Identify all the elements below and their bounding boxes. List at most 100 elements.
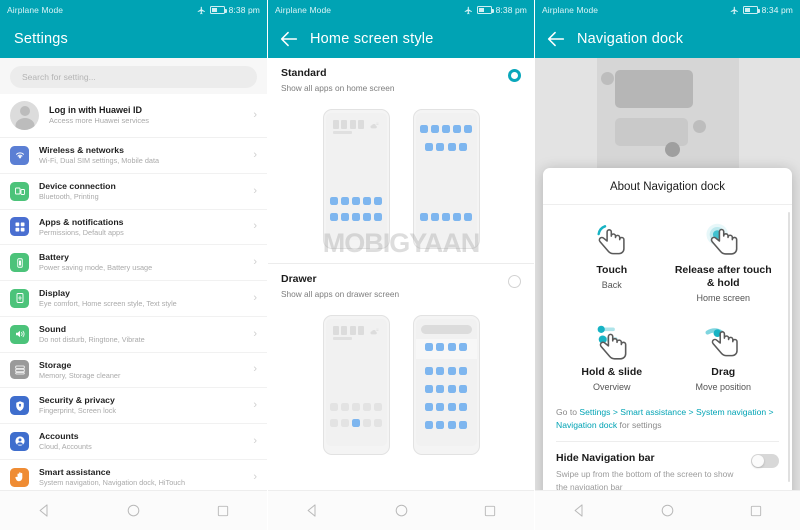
nav-back-icon[interactable] bbox=[305, 503, 320, 518]
chevron-right-icon: › bbox=[253, 291, 257, 304]
battery-icon bbox=[742, 6, 760, 14]
wifi-icon bbox=[10, 145, 29, 165]
watermark: MOBIGYAAN bbox=[322, 227, 481, 258]
status-bar: Airplane Mode 8:38 pm bbox=[0, 0, 267, 20]
airplane-mode-label: Airplane Mode bbox=[275, 5, 332, 15]
navigation-dock-app-bar: Navigation dock bbox=[535, 20, 800, 58]
nav-recents-icon[interactable] bbox=[216, 504, 230, 518]
nav-recents-icon[interactable] bbox=[483, 504, 497, 518]
settings-row-subtitle: Permissions, Default apps bbox=[39, 227, 124, 237]
storage-icon bbox=[10, 360, 29, 380]
settings-row-sound[interactable]: Sound Do not disturb, Ringtone, Vibrate › bbox=[0, 317, 267, 353]
option-standard-subtitle: Show all apps on home screen bbox=[281, 82, 395, 93]
chevron-right-icon: › bbox=[253, 434, 257, 447]
hint-link[interactable]: Settings > Smart assistance > System nav… bbox=[556, 407, 774, 430]
settings-body: Search for setting... Log in with Huawei… bbox=[0, 58, 267, 530]
settings-row-display[interactable]: Display Eye comfort, Home screen style, T… bbox=[0, 281, 267, 317]
settings-row-accounts[interactable]: Accounts Cloud, Accounts › bbox=[0, 424, 267, 460]
option-drawer-subtitle: Show all apps on drawer screen bbox=[281, 288, 400, 299]
drawer-preview bbox=[268, 307, 534, 496]
nav-home-icon[interactable] bbox=[394, 503, 409, 518]
chevron-right-icon: › bbox=[253, 184, 257, 197]
clock: 8:38 pm bbox=[495, 5, 527, 15]
option-standard[interactable]: Standard Show all apps on home screen bbox=[268, 58, 534, 102]
widget-bar bbox=[332, 131, 352, 135]
chevron-right-icon: › bbox=[253, 256, 257, 269]
status-bar: Airplane Mode 8:34 pm bbox=[535, 0, 800, 20]
shield-icon bbox=[10, 396, 29, 416]
settings-row-title: Smart assistance bbox=[39, 466, 111, 477]
settings-row-title: Accounts bbox=[39, 431, 79, 441]
preview-phone-drawer-home bbox=[322, 315, 390, 456]
apps-grid-icon bbox=[10, 217, 29, 237]
navigation-dock-body: About Navigation dock Touch Back Release… bbox=[535, 58, 800, 530]
chevron-right-icon: › bbox=[253, 399, 257, 412]
search-placeholder: Search for setting... bbox=[22, 72, 96, 82]
page-title: Settings bbox=[14, 31, 68, 47]
settings-row-subtitle: Do not disturb, Ringtone, Vibrate bbox=[39, 334, 145, 344]
gesture-hold-slide: Hold & slide Overview bbox=[556, 317, 668, 402]
nav-back-icon[interactable] bbox=[572, 503, 587, 518]
widget-blocks bbox=[332, 120, 364, 130]
gesture-release-name: Release after touch & hold bbox=[674, 264, 772, 290]
battery-icon bbox=[10, 253, 29, 273]
navigation-bar bbox=[268, 490, 534, 530]
account-circle-icon bbox=[10, 431, 29, 451]
settings-row-title: Display bbox=[39, 288, 70, 298]
settings-row-title: Storage bbox=[39, 359, 72, 370]
gesture-grid: Touch Back Release after touch & hold Ho… bbox=[556, 215, 779, 402]
gesture-drag: Drag Move position bbox=[668, 317, 780, 402]
preview-phone-home bbox=[322, 109, 390, 250]
chevron-right-icon: › bbox=[253, 109, 257, 121]
page-title: Navigation dock bbox=[577, 31, 684, 47]
settings-row-apps-notifications[interactable]: Apps & notifications Permissions, Default… bbox=[0, 210, 267, 246]
settings-row-storage[interactable]: Storage Memory, Storage cleaner › bbox=[0, 353, 267, 389]
nav-home-icon[interactable] bbox=[660, 503, 675, 518]
airplane-icon bbox=[464, 6, 472, 14]
home-screen-style-app-bar: Home screen style bbox=[268, 20, 534, 58]
clock: 8:38 pm bbox=[228, 5, 260, 15]
nav-back-icon[interactable] bbox=[37, 503, 52, 518]
radio-standard[interactable] bbox=[508, 69, 521, 82]
option-standard-title: Standard bbox=[281, 67, 327, 79]
hand-icon bbox=[10, 467, 29, 487]
settings-row-subtitle: Cloud, Accounts bbox=[39, 442, 92, 452]
back-arrow-icon[interactable] bbox=[545, 28, 567, 50]
nav-home-icon[interactable] bbox=[126, 503, 141, 518]
settings-list: Wireless & networks Wi-Fi, Dual SIM setti… bbox=[0, 138, 267, 530]
settings-row-title: Battery bbox=[39, 252, 69, 263]
settings-row-security-privacy[interactable]: Security & privacy Fingerprint, Screen lo… bbox=[0, 388, 267, 424]
option-drawer[interactable]: Drawer Show all apps on drawer screen bbox=[268, 263, 534, 308]
preview-phone-drawer-apps bbox=[412, 315, 480, 456]
chevron-right-icon: › bbox=[253, 220, 257, 233]
gesture-touch-desc: Back bbox=[601, 280, 622, 291]
hide-nav-bar-toggle[interactable] bbox=[751, 454, 779, 469]
chevron-right-icon: › bbox=[253, 327, 257, 340]
hint-suffix: for settings bbox=[617, 420, 662, 431]
gesture-release-after-touch-hold: Release after touch & hold Home screen bbox=[668, 215, 780, 313]
drawer-search-pill bbox=[420, 325, 472, 335]
nav-recents-icon[interactable] bbox=[749, 504, 763, 518]
settings-row-subtitle: Bluetooth, Printing bbox=[39, 191, 99, 201]
settings-row-subtitle: Power saving mode, Battery usage bbox=[39, 263, 153, 273]
radio-drawer[interactable] bbox=[508, 275, 521, 289]
settings-screen: Airplane Mode 8:38 pm Settings Search fo… bbox=[0, 0, 267, 530]
dialog-title: About Navigation dock bbox=[543, 168, 792, 205]
huawei-id-row[interactable]: Log in with Huawei ID Access more Huawei… bbox=[0, 94, 267, 138]
settings-row-battery[interactable]: Battery Power saving mode, Battery usage › bbox=[0, 245, 267, 281]
navigation-bar bbox=[535, 490, 800, 530]
settings-row-title: Apps & notifications bbox=[39, 216, 124, 227]
preview-phone-allapps bbox=[412, 109, 480, 250]
back-arrow-icon[interactable] bbox=[278, 28, 300, 50]
settings-row-wireless-networks[interactable]: Wireless & networks Wi-Fi, Dual SIM setti… bbox=[0, 138, 267, 174]
three-screenshot-strip: Airplane Mode 8:38 pm Settings Search fo… bbox=[0, 0, 800, 530]
battery-icon bbox=[476, 6, 494, 14]
display-icon bbox=[10, 288, 29, 308]
gesture-drag-desc: Move position bbox=[695, 382, 752, 393]
option-drawer-title: Drawer bbox=[281, 273, 317, 286]
dialog-scrollbar[interactable] bbox=[788, 212, 790, 482]
gesture-touch-name: Touch bbox=[596, 264, 628, 276]
settings-row-device-connection[interactable]: Device connection Bluetooth, Printing › bbox=[0, 174, 267, 210]
search-input[interactable]: Search for setting... bbox=[10, 66, 257, 88]
chevron-right-icon: › bbox=[253, 363, 257, 376]
